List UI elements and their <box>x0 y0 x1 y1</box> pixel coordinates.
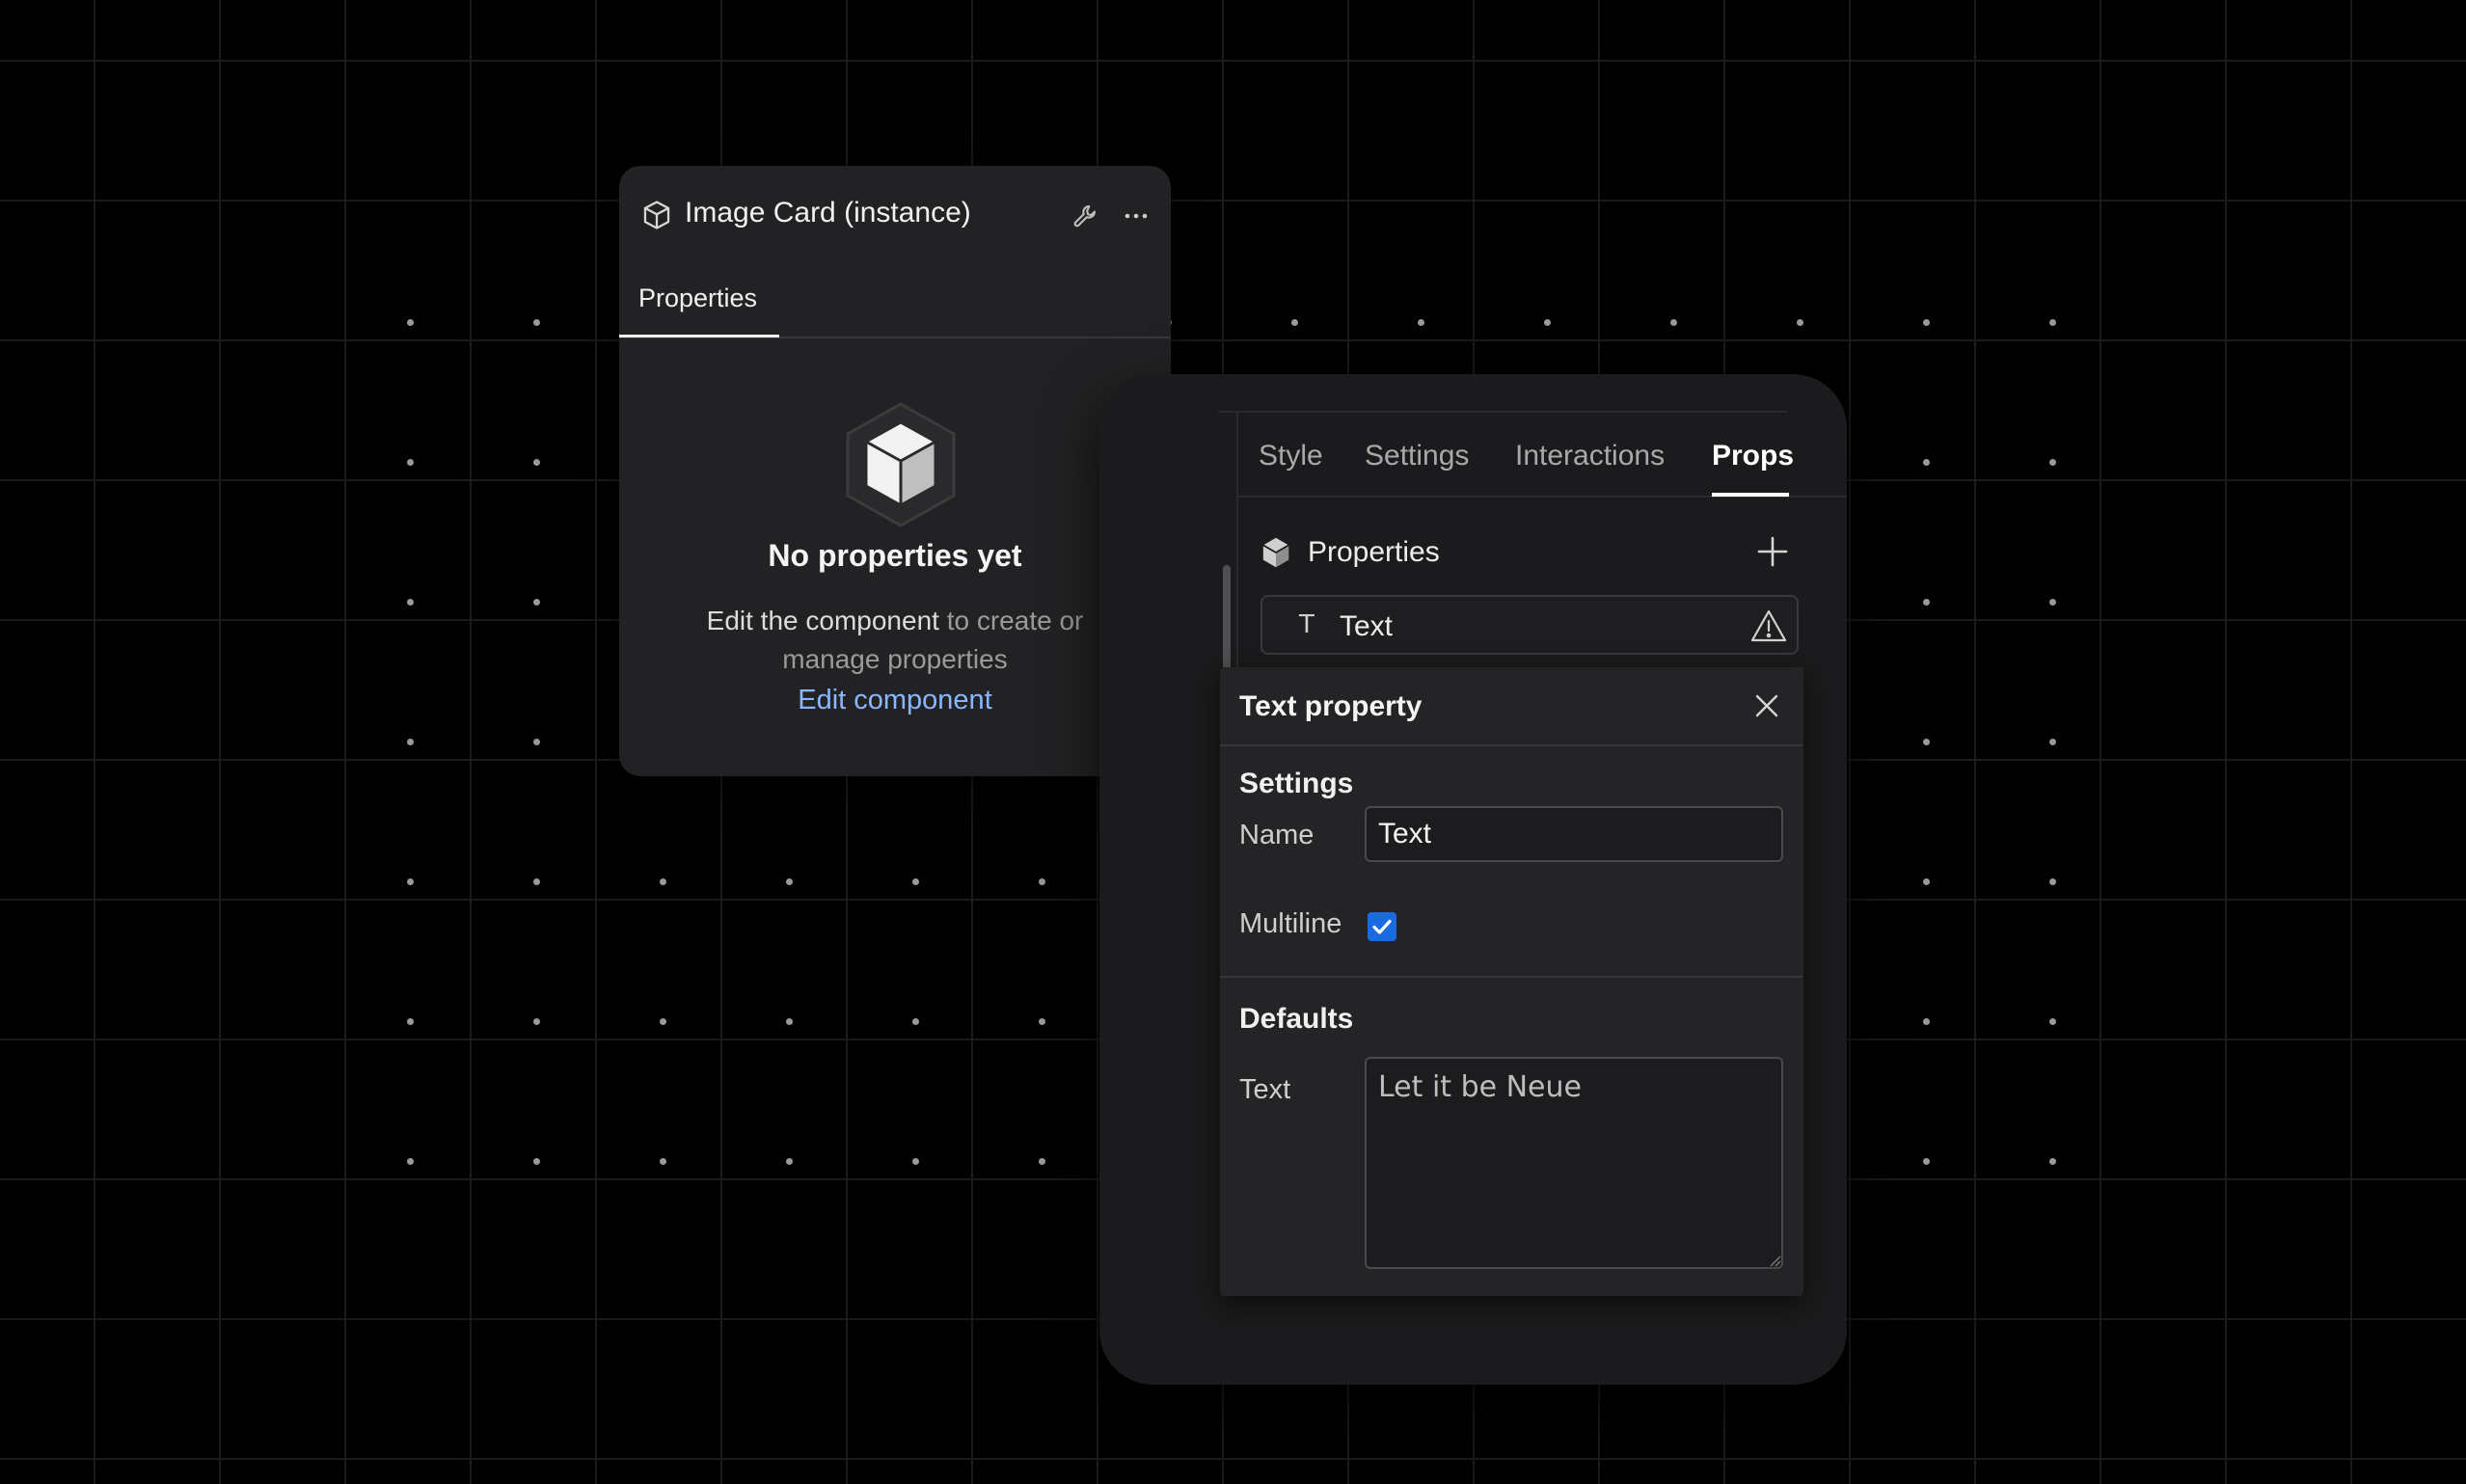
grid-dot <box>533 1018 540 1025</box>
grid-dot <box>407 739 414 745</box>
popover-title: Text property <box>1239 690 1423 722</box>
text-property-popover: Text property Settings Name Multiline De… <box>1220 667 1803 1296</box>
grid-dot <box>1923 878 1930 885</box>
property-item-label: Text <box>1340 610 1394 642</box>
component-instance-panel: Image Card (instance) Properties No prop… <box>619 166 1171 776</box>
grid-dot <box>2049 459 2056 466</box>
properties-section-label: Properties <box>1308 536 1440 568</box>
tab-active-indicator <box>619 335 779 337</box>
checkmark-icon <box>1372 919 1392 934</box>
grid-dot <box>1039 1158 1045 1165</box>
panel-title: Image Card (instance) <box>685 197 971 229</box>
grid-dot <box>1291 319 1298 326</box>
tab-active-indicator <box>1712 493 1789 497</box>
grid-dot <box>786 878 793 885</box>
grid-dot <box>533 599 540 606</box>
grid-dot <box>533 878 540 885</box>
tab-props[interactable]: Props <box>1712 440 1794 472</box>
grid-dot <box>533 319 540 326</box>
grid-dot <box>1797 319 1803 326</box>
section-divider <box>1220 976 1803 978</box>
grid-dot <box>1418 319 1424 326</box>
component-cube-icon <box>643 201 670 229</box>
grid-dot <box>407 599 414 606</box>
grid-dot <box>1544 319 1551 326</box>
more-options-icon[interactable] <box>1121 201 1152 231</box>
grid-dot <box>407 459 414 466</box>
scrollbar-thumb[interactable] <box>1223 565 1231 679</box>
grid-dot <box>1923 599 1930 606</box>
grid-dot <box>407 1018 414 1025</box>
empty-state-cube-icon <box>846 402 956 527</box>
wrench-icon[interactable] <box>1070 201 1101 231</box>
grid-dot <box>912 878 919 885</box>
grid-dot <box>407 319 414 326</box>
grid-dot <box>2049 878 2056 885</box>
grid-dot <box>533 1158 540 1165</box>
multiline-label: Multiline <box>1239 908 1342 939</box>
grid-dot <box>2049 739 2056 745</box>
panel-header: Image Card (instance) <box>619 166 1171 262</box>
grid-dot <box>533 459 540 466</box>
empty-state-description: Edit the component to create or manage p… <box>677 602 1113 679</box>
tab-properties[interactable]: Properties <box>638 283 757 313</box>
resize-handle-icon[interactable] <box>1768 1254 1781 1267</box>
tab-style[interactable]: Style <box>1259 440 1323 472</box>
grid-dot <box>407 1158 414 1165</box>
panel-inner-border-top <box>1218 411 1787 413</box>
default-text-field[interactable]: Let it be Neue <box>1365 1057 1783 1269</box>
grid-dot <box>786 1018 793 1025</box>
grid-dot <box>2049 1158 2056 1165</box>
warning-icon <box>1750 609 1787 642</box>
tab-settings[interactable]: Settings <box>1365 440 1469 472</box>
empty-state-description-highlight: Edit the component <box>706 606 939 635</box>
grid-dot <box>533 739 540 745</box>
grid-dot <box>1923 459 1930 466</box>
grid-dot <box>2049 1018 2056 1025</box>
grid-dot <box>1923 739 1930 745</box>
grid-dot <box>660 878 666 885</box>
name-field[interactable] <box>1365 806 1783 862</box>
settings-section-title: Settings <box>1239 768 1354 799</box>
add-icon[interactable] <box>1753 532 1792 571</box>
tab-interactions[interactable]: Interactions <box>1515 440 1665 472</box>
edit-component-link[interactable]: Edit component <box>619 685 1171 716</box>
empty-state-title: No properties yet <box>768 538 1022 573</box>
inspector-panel: Style Settings Interactions Props Proper… <box>1099 374 1847 1385</box>
multiline-checkbox[interactable] <box>1368 912 1396 941</box>
grid-dot <box>1039 1018 1045 1025</box>
grid-dot <box>660 1158 666 1165</box>
default-text-label: Text <box>1239 1074 1291 1105</box>
grid-dot <box>786 1158 793 1165</box>
grid-dot <box>912 1158 919 1165</box>
close-icon[interactable] <box>1751 690 1782 721</box>
name-label: Name <box>1239 820 1314 850</box>
properties-section-header: Properties <box>1260 528 1800 577</box>
grid-dot <box>2049 319 2056 326</box>
grid-dot <box>1923 1158 1930 1165</box>
grid-dot <box>2049 599 2056 606</box>
popover-header: Text property <box>1220 667 1803 746</box>
property-item-text[interactable]: T Text <box>1260 595 1799 655</box>
text-type-icon: T <box>1299 610 1314 639</box>
component-cube-icon <box>1262 537 1289 568</box>
grid-dot <box>660 1018 666 1025</box>
grid-dot <box>912 1018 919 1025</box>
grid-dot <box>1039 878 1045 885</box>
grid-dot <box>1670 319 1677 326</box>
grid-dot <box>407 878 414 885</box>
defaults-section-title: Defaults <box>1239 1003 1354 1035</box>
grid-dot <box>1923 1018 1930 1025</box>
grid-dot <box>1923 319 1930 326</box>
